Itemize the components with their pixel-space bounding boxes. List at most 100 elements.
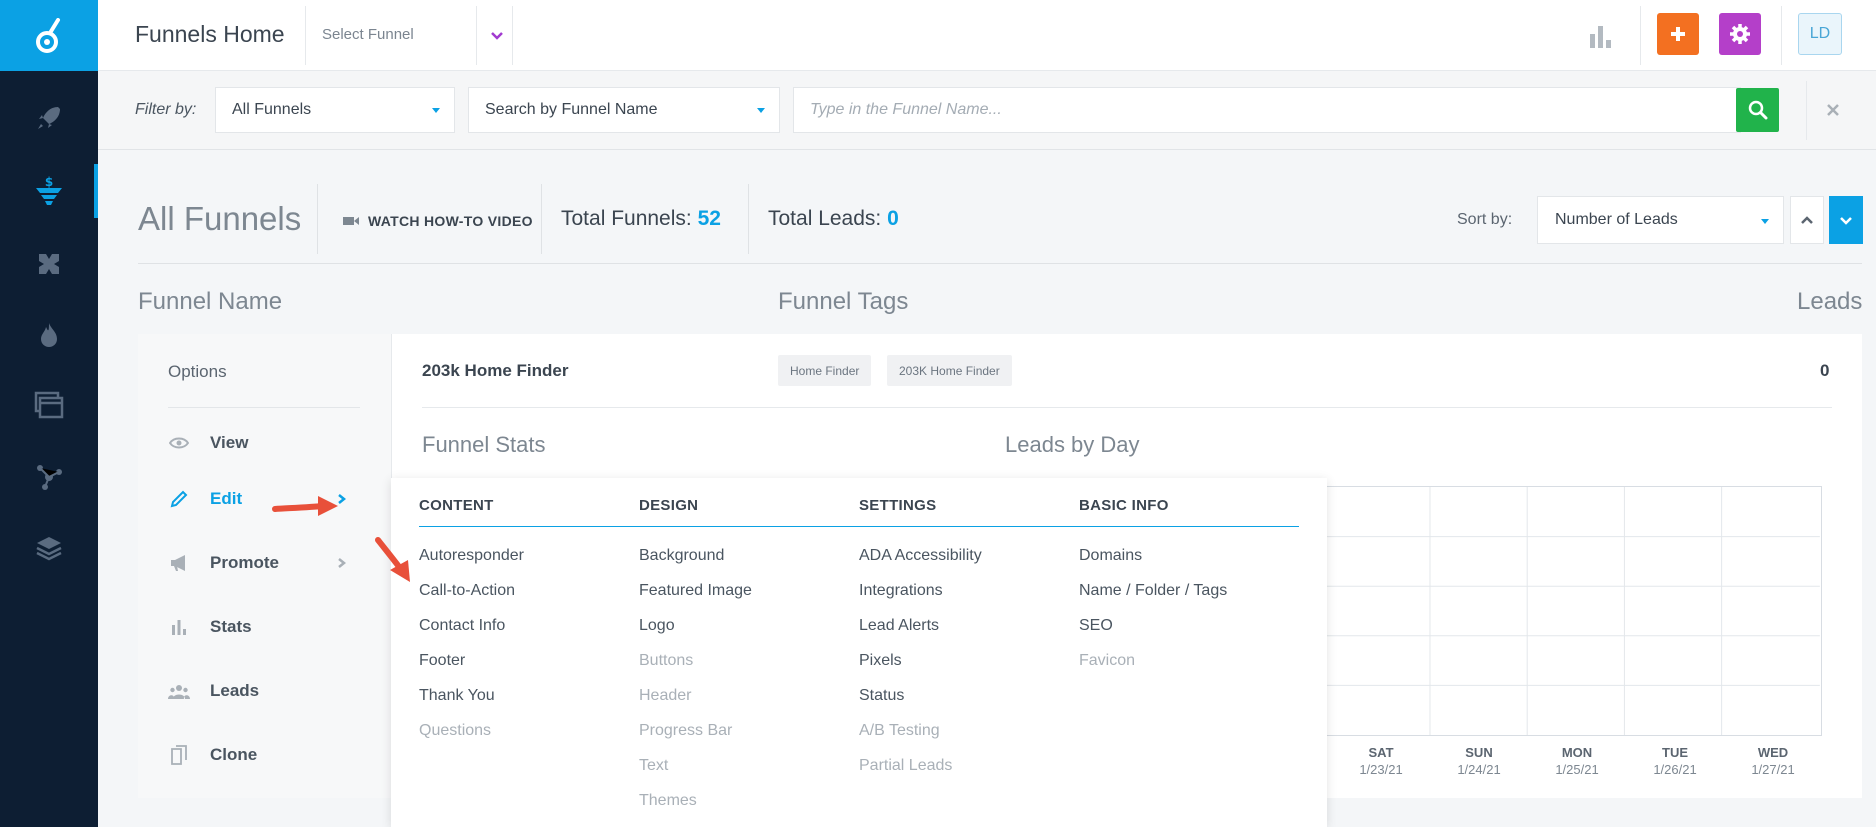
bar-chart-icon [1590,26,1611,48]
sidebar-item-integrations[interactable] [0,450,98,504]
chart-x-label: WED 1/27/21 [1733,744,1813,778]
column-header-tags: Funnel Tags [778,288,909,315]
annotation-arrow-icon [272,496,338,516]
sidebar-item-pages[interactable] [0,378,98,432]
menu-item-background[interactable]: Background [639,547,724,565]
menu-item-status[interactable]: Status [859,687,904,705]
clear-filter-button[interactable] [1825,102,1841,118]
funnel-tag[interactable]: Home Finder [778,355,872,386]
menu-item-lead-alerts[interactable]: Lead Alerts [859,617,939,635]
option-leads-label: Leads [210,681,260,700]
avatar[interactable]: LD [1798,13,1842,55]
settings-button[interactable] [1719,13,1761,55]
divider [422,407,1832,408]
option-stats[interactable]: Stats [168,612,368,642]
leads-by-day-chart [1282,486,1822,736]
menu-item-pixels[interactable]: Pixels [859,652,902,670]
divider [1640,6,1641,65]
total-funnels: Total Funnels: 52 [561,207,721,231]
app-logo[interactable] [0,0,98,71]
gear-icon [1730,24,1750,44]
menu-item-contact-info[interactable]: Contact Info [419,617,505,635]
sort-descending-button[interactable] [1829,196,1863,244]
menu-item-call-to-action[interactable]: Call-to-Action [419,582,515,600]
menu-item-autoresponder[interactable]: Autoresponder [419,547,524,565]
menu-item-integrations[interactable]: Integrations [859,582,943,600]
funnel-icon: $ [36,175,62,205]
menu-item-footer[interactable]: Footer [419,652,465,670]
total-funnels-value: 52 [697,207,721,230]
menu-item-domains[interactable]: Domains [1079,547,1142,565]
search-mode-value: Search by Funnel Name [485,101,658,118]
fire-icon [41,323,57,347]
select-funnel-dropdown[interactable]: Select Funnel [322,26,414,43]
menu-item-logo[interactable]: Logo [639,617,675,635]
total-leads-value: 0 [887,207,899,230]
annotation-arrow-icon [375,537,410,582]
sidebar-item-rocket[interactable] [0,91,98,145]
svg-text:$: $ [45,175,53,189]
chart-x-label: MON 1/25/21 [1537,744,1617,778]
option-clone-label: Clone [210,745,258,764]
filter-bar: Filter by: All Funnels Search by Funnel … [98,71,1876,150]
option-promote-label: Promote [210,553,279,572]
menu-item-seo[interactable]: SEO [1079,617,1113,635]
divider [476,6,477,65]
search-mode-select[interactable]: Search by Funnel Name [468,87,780,133]
edit-submenu: CONTENT DESIGN SETTINGS BASIC INFO Autor… [391,478,1327,827]
sidebar-item-hot[interactable] [0,308,98,362]
menu-item-thank-you[interactable]: Thank You [419,687,495,705]
menu-item-name-folder-tags[interactable]: Name / Folder / Tags [1079,582,1227,600]
chart-x-day: SUN [1465,745,1493,760]
menu-item-featured-image[interactable]: Featured Image [639,582,752,600]
option-promote[interactable]: Promote [168,548,368,578]
funnel-name-input[interactable]: Type in the Funnel Name... [793,87,1741,133]
funnel-stats-title: Funnel Stats [422,432,546,457]
chart-x-label: SAT 1/23/21 [1341,744,1421,778]
column-header-leads: Leads [1797,288,1863,315]
funnel-name[interactable]: 203k Home Finder [422,361,568,381]
chart-x-date: 1/23/21 [1359,762,1403,777]
caret-down-icon [432,108,440,113]
menu-item-themes: Themes [639,792,697,809]
section-title: All Funnels [138,200,302,237]
divider [541,184,542,254]
select-funnel-toggle[interactable] [484,22,510,48]
chart-x-date: 1/26/21 [1653,762,1697,777]
funnel-tag[interactable]: 203K Home Finder [887,355,1012,386]
menu-item-progress-bar: Progress Bar [639,722,733,739]
sort-label: Sort by: [1457,211,1513,228]
menu-item-favicon: Favicon [1079,652,1136,669]
video-camera-icon [343,217,359,225]
chevron-up-icon [1801,215,1813,224]
search-icon [1748,100,1767,120]
page-title: Funnels Home [135,21,285,47]
sidebar-item-funnels[interactable]: $ [0,164,98,218]
option-view[interactable]: View [168,428,368,458]
sort-value: Number of Leads [1555,211,1678,228]
divider [317,184,318,254]
menu-item-ada-accessibility[interactable]: ADA Accessibility [859,547,982,565]
analytics-button[interactable] [1587,22,1615,50]
chart-x-label: SUN 1/24/21 [1439,744,1519,778]
option-clone[interactable]: Clone [168,740,368,770]
copy-icon [171,745,187,765]
search-button[interactable] [1736,88,1779,132]
sidebar-item-tools[interactable] [0,237,98,291]
divider [512,6,513,65]
sidebar: $ [0,0,98,827]
menu-item-text: Text [639,757,669,774]
option-leads[interactable]: Leads [168,676,368,706]
chart-x-date: 1/24/21 [1457,762,1501,777]
divider [138,263,1862,264]
watch-video-link[interactable]: WATCH HOW-TO VIDEO [342,213,533,229]
add-button[interactable] [1657,13,1699,55]
funnel-type-select[interactable]: All Funnels [215,87,455,133]
sidebar-item-layers[interactable] [0,521,98,575]
chart-x-day: TUE [1662,745,1688,760]
sort-select[interactable]: Number of Leads [1537,196,1784,244]
divider [748,184,749,254]
menu-heading-content: CONTENT [419,497,494,514]
option-stats-label: Stats [210,617,252,636]
sort-ascending-button[interactable] [1790,196,1824,244]
